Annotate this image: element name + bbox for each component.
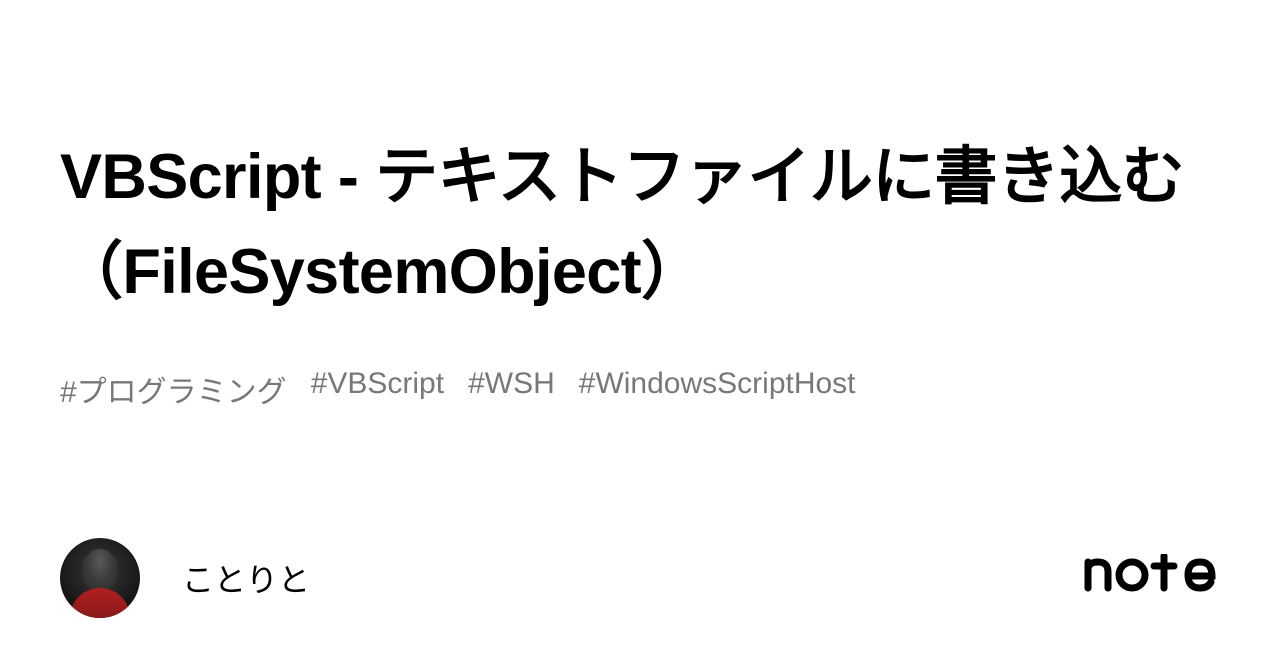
author-name: ことりと	[182, 555, 310, 601]
tag-item[interactable]: #WindowsScriptHost	[579, 367, 856, 411]
footer: ことりと	[60, 538, 1220, 618]
author-block[interactable]: ことりと	[60, 538, 310, 618]
tag-item[interactable]: #VBScript	[311, 367, 444, 411]
author-avatar	[60, 538, 140, 618]
article-title: VBScript - テキストファイルに書き込む（FileSystemObjec…	[60, 130, 1220, 319]
tag-item[interactable]: #WSH	[468, 367, 555, 411]
note-logo[interactable]	[1080, 551, 1220, 606]
tag-item[interactable]: #プログラミング	[60, 367, 287, 411]
tag-list: #プログラミング #VBScript #WSH #WindowsScriptHo…	[60, 367, 1220, 411]
